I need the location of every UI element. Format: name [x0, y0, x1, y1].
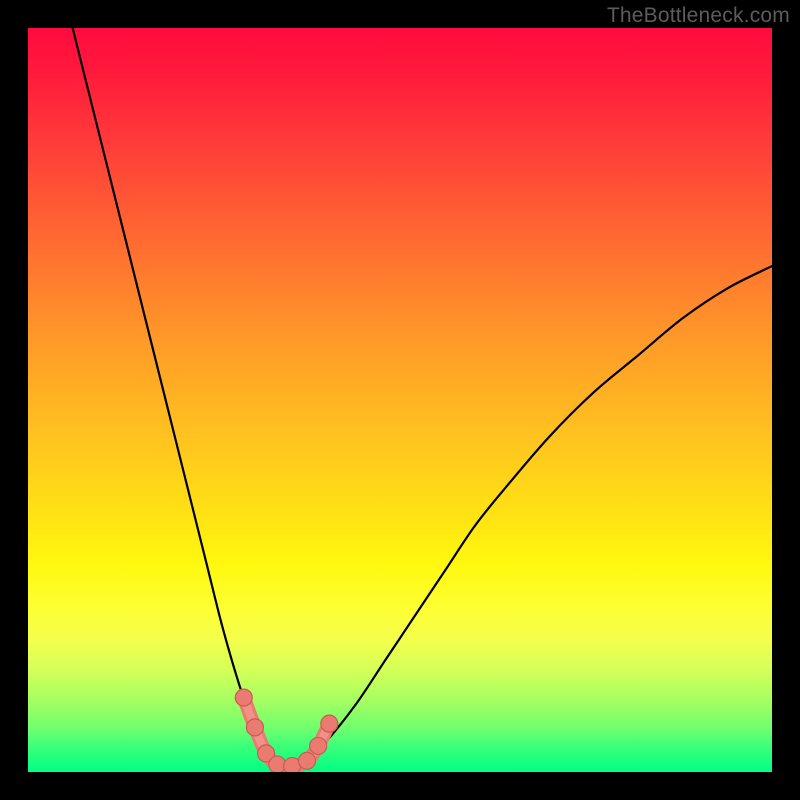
watermark-text: TheBottleneck.com	[607, 4, 790, 28]
curve-right-branch	[303, 266, 772, 764]
plot-area	[28, 28, 772, 772]
curve-left-branch	[73, 28, 274, 765]
curve-layer	[73, 28, 772, 766]
marker-layer	[235, 689, 338, 772]
marker-dot	[299, 752, 316, 769]
marker-dot	[310, 737, 327, 754]
marker-dot	[321, 715, 338, 732]
chart-svg	[28, 28, 772, 772]
marker-dot	[269, 756, 286, 772]
marker-dot	[246, 719, 263, 736]
outer-black-frame: TheBottleneck.com	[0, 0, 800, 800]
marker-dot	[235, 689, 252, 706]
